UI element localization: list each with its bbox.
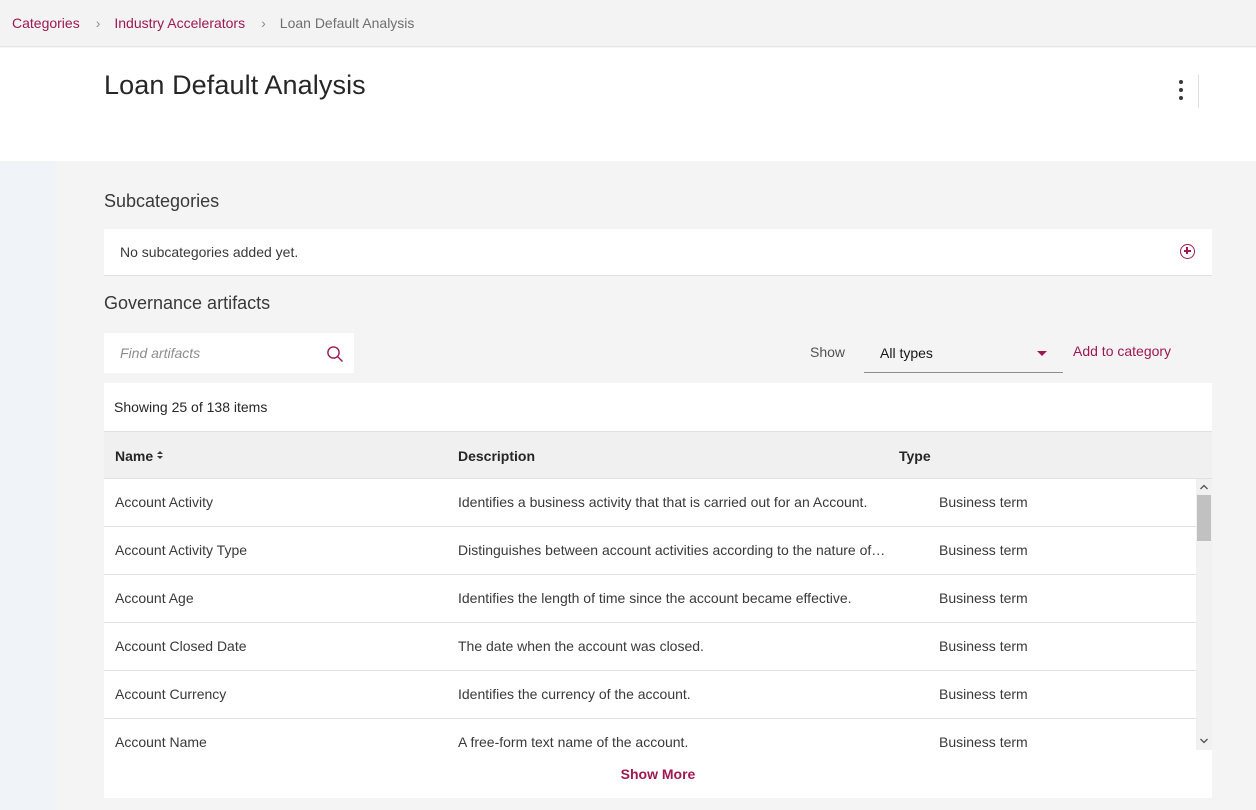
show-more-button[interactable]: Show More [621,766,696,782]
add-to-category-link[interactable]: Add to category [1073,343,1171,359]
cell-name[interactable]: Account Name [115,734,207,750]
chevron-down-icon[interactable] [1196,735,1212,747]
show-more-bar: Show More [104,750,1212,798]
cell-type: Business term [939,590,1028,606]
breadcrumb-current: Loan Default Analysis [279,15,415,31]
subcategories-empty-text: No subcategories added yet. [120,244,299,260]
page-title: Loan Default Analysis [104,70,366,100]
artifacts-table-body: Account Activity Identifies a business a… [104,479,1212,750]
breadcrumb-link-categories[interactable]: Categories [12,15,80,31]
items-count-text: Showing 25 of 138 items [114,399,268,415]
cell-type: Business term [939,686,1028,702]
subcategories-title: Subcategories [104,191,220,211]
search-input[interactable] [104,333,319,373]
chevron-up-icon[interactable] [1196,481,1212,493]
table-row[interactable]: Account Name A free-form text name of th… [104,719,1196,750]
cell-description: Identifies the length of time since the … [458,590,852,606]
overflow-menu-vertical-icon[interactable] [1168,76,1194,104]
items-count: Showing 25 of 138 items [104,383,1212,431]
table-row[interactable]: Account Age Identifies the length of tim… [104,575,1196,623]
table-row[interactable]: Account Currency Identifies the currency… [104,671,1196,719]
governance-artifacts-title: Governance artifacts [104,293,271,313]
cell-description: Identifies a business activity that that… [458,494,868,510]
cell-type: Business term [939,638,1028,654]
cell-description: Identifies the currency of the account. [458,686,691,702]
chevron-right-icon: › [261,15,266,31]
column-header-type: Type [899,448,931,464]
chevron-right-icon: › [95,15,101,31]
table-row[interactable]: Account Closed Date The date when the ac… [104,623,1196,671]
cell-description: The date when the account was closed. [458,638,704,654]
column-header-name[interactable]: Name [115,448,164,464]
page-header: Loan Default Analysis [0,48,1256,161]
left-rail [0,161,56,810]
column-header-description: Description [458,448,536,464]
column-header-name-label: Name [115,448,154,464]
caret-down-icon [1037,351,1047,356]
table-row[interactable]: Account Activity Identifies a business a… [104,479,1196,527]
type-filter-value: All types [880,344,933,361]
search-box [104,333,354,373]
cell-type: Business term [939,734,1028,750]
table-row[interactable]: Account Activity Type Distinguishes betw… [104,527,1196,575]
type-filter-dropdown[interactable]: All types [864,333,1063,373]
search-icon[interactable] [326,345,344,363]
breadcrumb: Categories › Industry Accelerators › Loa… [0,0,1256,47]
cell-type: Business term [939,494,1028,510]
cell-name[interactable]: Account Currency [115,686,226,702]
overflow-dot [1179,88,1183,92]
sort-icon[interactable] [157,450,164,460]
overflow-dot [1179,96,1183,100]
cell-description: A free-form text name of the account. [458,734,689,750]
cell-name[interactable]: Account Activity Type [115,542,247,558]
table-header: Name Description Type [104,431,1212,479]
show-label: Show [810,344,846,360]
cell-type: Business term [939,542,1028,558]
overflow-dot [1179,80,1183,84]
subcategories-panel: No subcategories added yet. [104,229,1212,276]
table-scrollbar[interactable] [1196,479,1212,750]
add-circle-icon[interactable] [1180,244,1195,259]
cell-name[interactable]: Account Activity [115,494,213,510]
cell-description: Distinguishes between account activities… [458,542,886,558]
breadcrumb-link-industry-accelerators[interactable]: Industry Accelerators [114,15,245,31]
scrollbar-thumb[interactable] [1197,495,1211,541]
cell-name[interactable]: Account Closed Date [115,638,247,654]
cell-name[interactable]: Account Age [115,590,194,606]
header-divider [1198,74,1199,108]
